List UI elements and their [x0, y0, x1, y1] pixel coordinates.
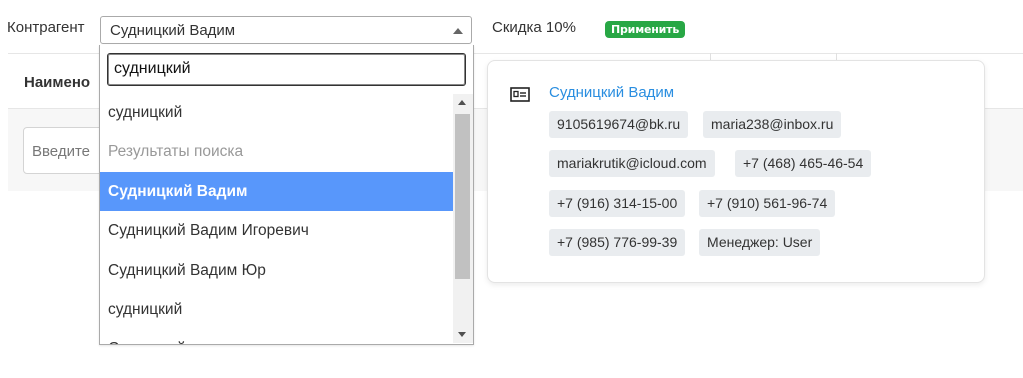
contact-email-chip[interactable]: 9105619674@bk.ru — [549, 111, 689, 138]
contact-card: Судницкий Вадим 9105619674@bk.ru maria23… — [487, 60, 985, 283]
contact-name-link[interactable]: Судницкий Вадим — [549, 84, 674, 101]
dropdown-option[interactable]: судницкий — [100, 290, 453, 329]
scrollbar-thumb[interactable] — [455, 114, 470, 279]
contragent-selected-value: Судницкий Вадим — [110, 22, 236, 39]
apply-discount-button[interactable]: Применить — [605, 21, 686, 38]
contact-phone-chip[interactable]: +7 (910) 561-96-74 — [699, 190, 836, 217]
contact-email-chip[interactable]: mariakrutik@icloud.com — [549, 150, 715, 177]
scroll-up-arrow-icon[interactable] — [458, 100, 466, 105]
contragent-dropdown: судницкий судницкий Результаты поиска Су… — [99, 45, 474, 345]
dropdown-search-value: судницкий — [114, 60, 191, 77]
filter-placeholder: Введите — [32, 143, 90, 160]
dropdown-option[interactable]: Судницкий Вадим Юр — [100, 251, 453, 290]
chevron-up-icon[interactable] — [453, 28, 463, 34]
contragent-select[interactable]: Судницкий Вадим — [100, 16, 472, 44]
contact-phone-chip[interactable]: +7 (468) 465-46-54 — [735, 150, 872, 177]
contact-card-icon — [510, 87, 530, 102]
dropdown-option[interactable]: судницкий — [100, 93, 453, 132]
dropdown-options-list: судницкий Результаты поиска Судницкий Ва… — [100, 93, 453, 344]
dropdown-option[interactable]: Судницкий Вадим Игоревич — [100, 211, 453, 250]
discount-text: Скидка 10% — [492, 19, 576, 36]
contact-manager-chip: Менеджер: User — [699, 229, 821, 256]
dropdown-group-label: Результаты поиска — [108, 143, 244, 161]
column-header-name[interactable]: Наимено — [24, 74, 90, 91]
contact-phone-chip[interactable]: +7 (916) 314-15-00 — [549, 190, 686, 217]
contragent-label: Контрагент — [7, 19, 85, 36]
dropdown-option-highlighted[interactable]: Судницкий Вадим — [100, 171, 453, 212]
dropdown-option[interactable]: Судницкий — [100, 329, 453, 344]
scroll-down-arrow-icon[interactable] — [458, 332, 466, 337]
dropdown-search-input[interactable]: судницкий — [107, 53, 466, 86]
contact-email-chip[interactable]: maria238@inbox.ru — [703, 111, 842, 138]
contact-phone-chip[interactable]: +7 (985) 776-99-39 — [549, 229, 686, 256]
dropdown-scrollbar[interactable] — [453, 94, 473, 343]
